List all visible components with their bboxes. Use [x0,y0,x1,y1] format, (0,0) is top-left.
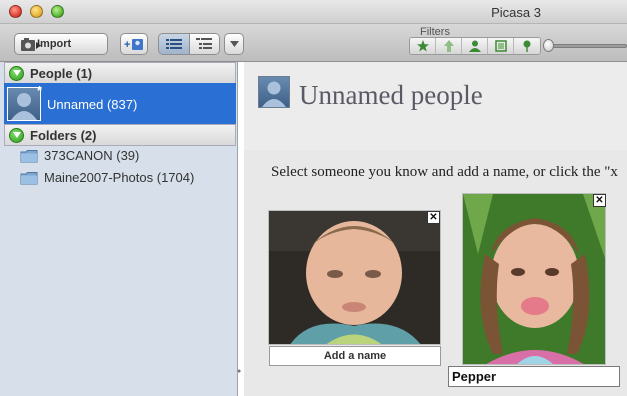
folders-section-header[interactable]: Folders (2) [4,124,236,146]
folder-icon [20,171,38,184]
faces-filter-button[interactable] [462,38,488,54]
import-button[interactable]: Import [14,33,108,55]
folder-item[interactable]: 373CANON (39) [20,148,139,163]
chevron-down-icon [229,41,239,47]
main-content: Unnamed people Select someone you know a… [244,62,627,396]
star-icon [416,40,429,52]
remove-face-button[interactable]: ✕ [593,194,606,207]
video-filter-button[interactable] [488,38,514,54]
view-mode-toggle [158,33,220,55]
camera-icon [21,38,41,51]
face-photo [269,211,440,344]
add-person-icon: + [124,39,143,51]
svg-text:+: + [124,39,130,51]
title-bar: Picasa 3 [0,0,627,24]
face-card[interactable]: ✕ [268,210,441,345]
name-field[interactable] [448,366,620,387]
uploaded-filter-button[interactable] [436,38,462,54]
list-view-button[interactable] [159,34,190,54]
face-card[interactable]: ✕ [462,193,606,365]
folders-section-label: Folders (2) [30,127,97,143]
collapse-triangle-icon[interactable] [9,65,24,81]
folder-icon [20,149,38,162]
geotagged-filter-button[interactable] [514,38,540,54]
filter-slider-knob[interactable] [543,39,554,52]
collapse-triangle-icon[interactable] [9,127,24,143]
add-to-people-button[interactable]: + [120,33,148,55]
face-photo [463,194,605,364]
map-pin-icon [523,40,531,52]
page-title: Unnamed people [299,80,483,110]
tree-view-button[interactable] [189,34,219,54]
options-dropdown-button[interactable] [224,33,244,55]
folder-label: 373CANON (39) [44,148,140,163]
new-star-icon: * [36,83,42,98]
tree-view-icon [196,38,213,49]
person-icon [468,40,481,52]
person-silhouette-icon [11,93,37,120]
folder-item[interactable]: Maine2007-Photos (1704) [20,170,194,185]
instruction-text: Select someone you know and add a name, … [271,164,618,180]
content-header: Unnamed people [244,62,627,150]
people-section-label: People (1) [30,65,93,81]
upload-arrow-icon [443,40,454,52]
window-title: Picasa 3 [491,5,541,20]
import-label: Import [37,38,72,50]
sidebar-item-unnamed-people[interactable]: * Unnamed (837) [4,83,236,125]
people-section-header[interactable]: People (1) [4,62,236,84]
add-name-button[interactable]: Add a name [269,346,441,366]
filter-slider-track[interactable] [548,44,627,48]
sidebar-item-label: Unnamed (837) [47,96,138,112]
list-view-icon [165,39,182,49]
starred-filter-button[interactable] [410,38,436,54]
person-silhouette-icon [262,81,286,107]
folder-label: Maine2007-Photos (1704) [44,170,195,185]
filter-buttons [409,37,541,55]
sidebar-resize-handle[interactable]: ● [237,368,243,375]
film-icon [494,40,507,52]
remove-face-button[interactable]: ✕ [427,211,440,224]
person-thumbnail: * [7,83,42,121]
album-avatar [258,76,290,108]
